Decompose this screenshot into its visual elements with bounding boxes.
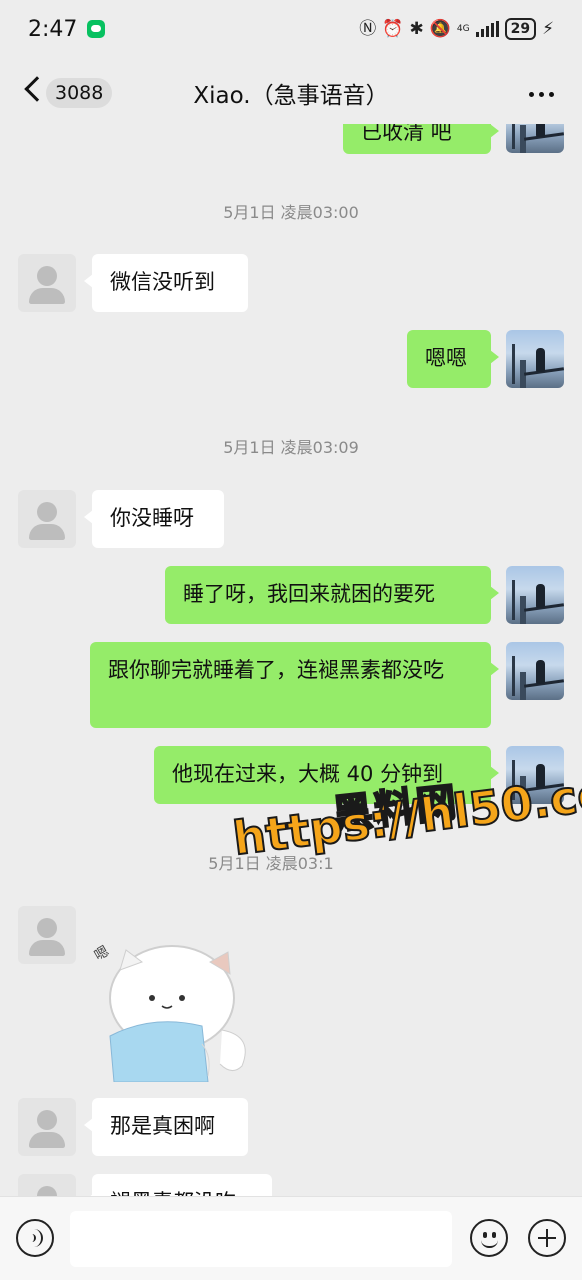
- voice-icon[interactable]: [16, 1219, 54, 1257]
- contact-avatar[interactable]: [18, 1098, 76, 1156]
- my-avatar[interactable]: [506, 642, 564, 700]
- status-bar: 2:47 Ⓝ ⏰ ✱ 🔕 4G 29 ⚡: [0, 0, 582, 58]
- plus-icon[interactable]: [528, 1219, 566, 1257]
- nfc-icon: Ⓝ: [359, 18, 377, 39]
- contact-avatar[interactable]: [18, 490, 76, 548]
- chat-header: 3088 Xiao.（急事语音）: [0, 58, 582, 124]
- message-bubble-in[interactable]: 你没睡呀: [84, 490, 224, 548]
- alarm-icon: ⏰: [382, 18, 404, 39]
- message-bubble-out[interactable]: 跟你聊完就睡着了，连褪黑素都没吃: [90, 642, 499, 728]
- status-time: 2:47: [28, 16, 78, 42]
- my-avatar[interactable]: [506, 124, 564, 153]
- message-bubble-in[interactable]: 褪黑素都没吃: [84, 1174, 272, 1196]
- mute-icon: 🔕: [429, 18, 451, 39]
- message-bubble-in[interactable]: 那是真困啊: [84, 1098, 248, 1156]
- chat-title: Xiao.（急事语音）: [193, 83, 389, 109]
- input-bar: [0, 1196, 582, 1280]
- signal-icon: [475, 21, 499, 37]
- sticker-text: 嗯: [92, 943, 112, 964]
- message-bubble-out[interactable]: 嗯嗯: [407, 330, 499, 388]
- message-bubble-in[interactable]: 微信没听到: [84, 254, 248, 312]
- contact-avatar[interactable]: [18, 906, 76, 964]
- sticker-message[interactable]: 嗯: [92, 926, 264, 1083]
- message-bubble-out[interactable]: 已收清 吧: [343, 124, 499, 154]
- my-avatar[interactable]: [506, 566, 564, 624]
- emoji-icon[interactable]: [470, 1219, 508, 1257]
- contact-avatar[interactable]: [18, 254, 76, 312]
- network-type: 4G: [456, 23, 470, 34]
- contact-avatar[interactable]: [18, 1174, 76, 1196]
- status-icons: Ⓝ ⏰ ✱ 🔕 4G 29 ⚡: [359, 18, 554, 40]
- more-icon[interactable]: [529, 92, 554, 97]
- battery-level: 29: [504, 18, 537, 40]
- charging-icon: ⚡: [542, 18, 554, 39]
- bluetooth-icon: ✱: [409, 18, 424, 39]
- message-app-icon: [87, 20, 106, 38]
- message-timestamp: 5月1日 凌晨03:00: [223, 203, 359, 222]
- message-input[interactable]: [70, 1211, 452, 1267]
- chat-area[interactable]: 已收清 吧 5月1日 凌晨03:00 微信没听到 嗯嗯 5月1日 凌晨03:09…: [0, 124, 582, 1196]
- my-avatar[interactable]: [506, 330, 564, 388]
- message-timestamp: 5月1日 凌晨03:09: [223, 438, 359, 457]
- message-bubble-out[interactable]: 睡了呀，我回来就困的要死: [165, 566, 499, 624]
- cat-sticker-image: 嗯: [92, 943, 246, 1083]
